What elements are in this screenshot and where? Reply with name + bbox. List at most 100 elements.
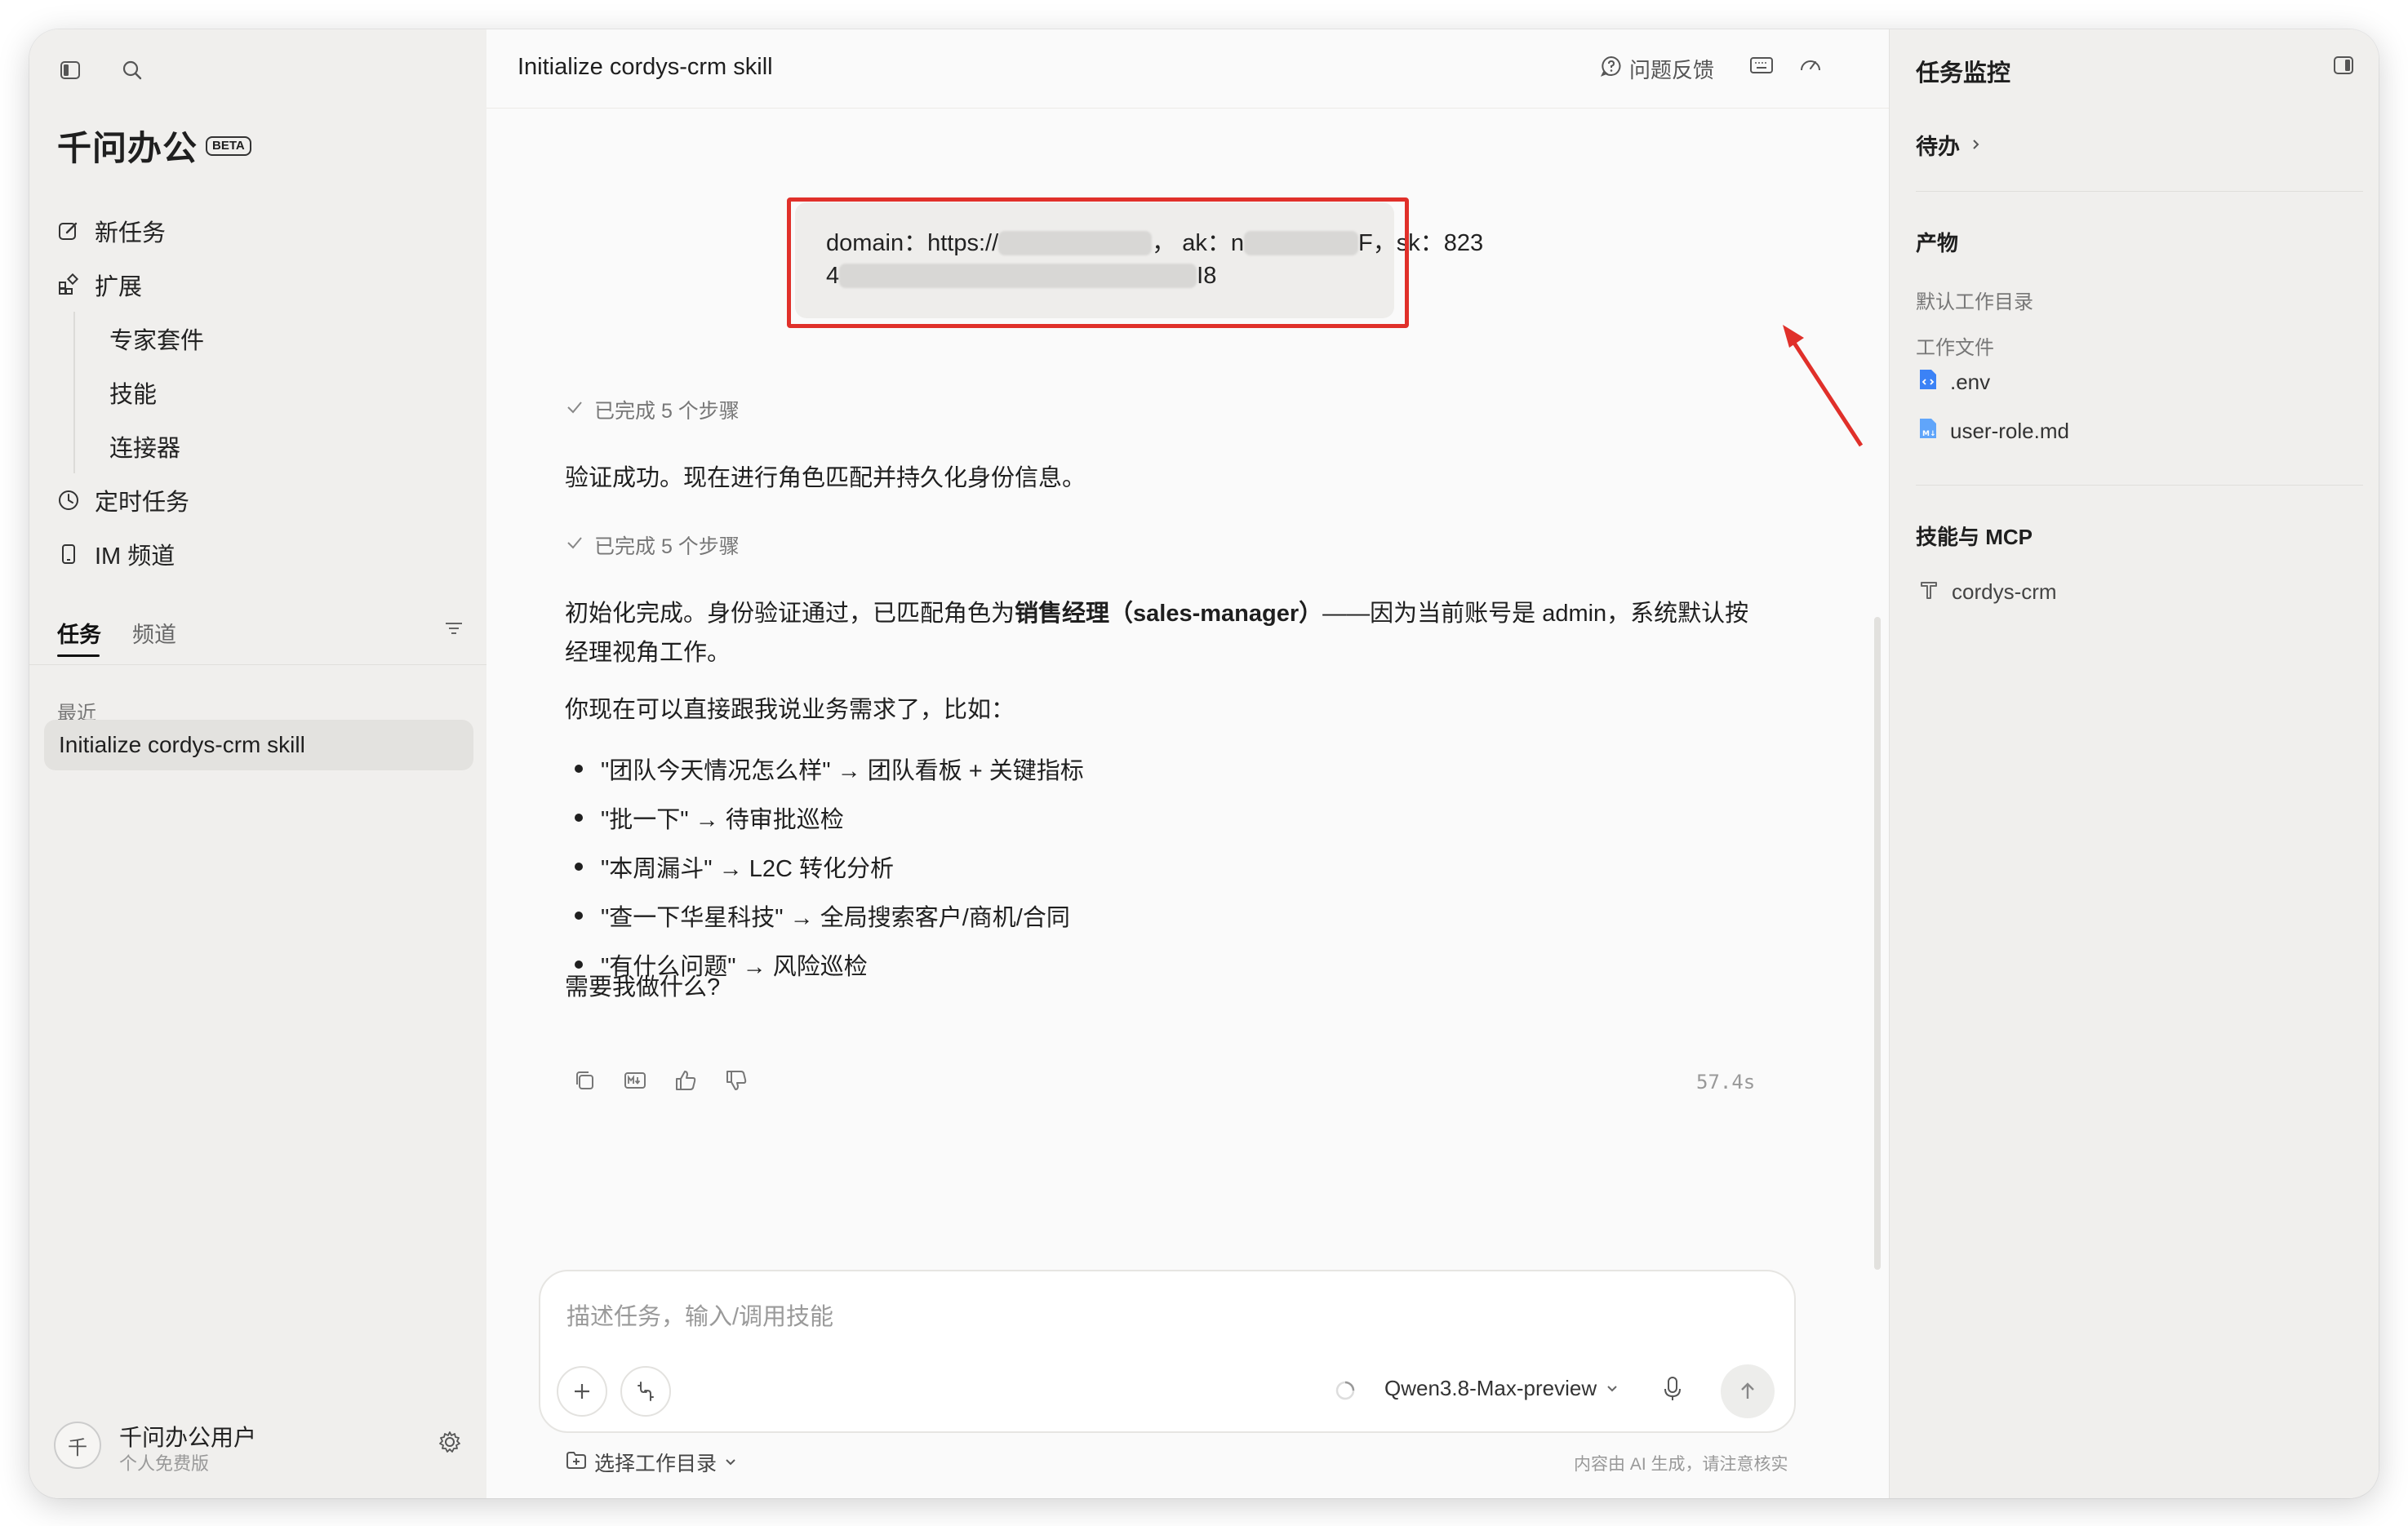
filter-icon[interactable] <box>442 617 465 644</box>
skill-item-cordys-crm[interactable]: cordys-crm <box>1917 578 2057 606</box>
skill-tool-icon <box>1917 578 1940 606</box>
send-button[interactable] <box>1721 1364 1775 1418</box>
gear-icon[interactable] <box>438 1430 462 1458</box>
file-item-env[interactable]: .env <box>1917 367 1990 397</box>
init-text-a: 初始化完成。身份验证通过，已匹配角色为 <box>565 601 1015 627</box>
tab-channels[interactable]: 频道 <box>132 617 176 649</box>
panel-divider <box>1916 485 2363 486</box>
nav-scheduled-label: 定时任务 <box>95 490 190 516</box>
user-name: 千问办公用户 <box>119 1425 257 1450</box>
add-button[interactable] <box>557 1366 607 1417</box>
check-icon <box>565 533 584 558</box>
elapsed-time: 57.4s <box>1696 1071 1756 1093</box>
steps-1-label: 已完成 5 个步骤 <box>594 400 740 423</box>
intro-message: 你现在可以直接跟我说业务需求了，比如： <box>565 697 1015 723</box>
nav-new-task-label: 新任务 <box>95 220 167 246</box>
edit-icon <box>54 216 83 246</box>
microphone-icon[interactable] <box>1660 1373 1685 1409</box>
sidebar-toggle-icon[interactable] <box>54 54 87 87</box>
chevron-down-icon <box>1605 1376 1619 1401</box>
model-name: Qwen3.8-Max-preview <box>1384 1376 1597 1400</box>
brand: 千问办公 BETA <box>57 121 251 171</box>
app-window: 千问办公 BETA 新任务 扩展 专家套件 技能 连接器 定时任务 IM 频道 … <box>29 29 2379 1498</box>
brand-name: 千问办公 <box>57 129 198 167</box>
role-name: 销售经理（sales-manager） <box>1015 601 1323 627</box>
init-message: 初始化完成。身份验证通过，已匹配角色为销售经理（sales-manager）——… <box>565 594 1757 672</box>
list-item: "查一下华星科技" → 全局搜索客户/商机/合同 <box>575 891 1717 940</box>
nav-im-channel[interactable]: IM 频道 <box>54 527 462 581</box>
tab-tasks[interactable]: 任务 <box>57 617 101 649</box>
folder-plus-icon <box>565 1448 588 1477</box>
nav-new-task[interactable]: 新任务 <box>54 204 462 258</box>
clock-icon <box>54 486 83 515</box>
work-files-label: 工作文件 <box>1916 337 1994 359</box>
task-monitor-panel: 任务监控 待办 产物 默认工作目录 工作文件 .env M↓ user-role… <box>1889 29 2379 1498</box>
nav-scheduled-tasks[interactable]: 定时任务 <box>54 473 462 527</box>
sidebar-tabs: 任务 频道 <box>57 606 465 663</box>
highlight-annotation-box <box>787 197 1409 328</box>
chevron-down-icon <box>723 1451 738 1475</box>
nav-extensions-label: 扩展 <box>95 274 143 300</box>
example-list: "团队今天情况怎么样" → 团队看板 + 关键指标 "批一下" → 待审批巡检 … <box>575 744 1717 989</box>
nav-skills[interactable]: 技能 <box>90 366 462 419</box>
nav-skills-label: 技能 <box>109 382 158 408</box>
search-icon[interactable] <box>116 54 149 87</box>
ai-disclaimer: 内容由 AI 生成，请注意核实 <box>1574 1455 1788 1474</box>
file-item-user-role[interactable]: M↓ user-role.md <box>1917 416 2069 446</box>
nav-expert-suite[interactable]: 专家套件 <box>90 312 462 366</box>
feedback-label: 问题反馈 <box>1629 58 1715 82</box>
thumbs-down-icon[interactable] <box>720 1064 753 1097</box>
artifacts-heading: 产物 <box>1916 231 1959 255</box>
steps-complete-1[interactable]: 已完成 5 个步骤 <box>565 395 740 424</box>
thumbs-up-icon[interactable] <box>669 1064 702 1097</box>
file-name: user-role.md <box>1950 419 2069 443</box>
workdir-selector[interactable]: 选择工作目录 <box>565 1448 738 1477</box>
markdown-file-icon: M↓ <box>1917 416 1939 446</box>
keyboard-icon[interactable] <box>1748 52 1775 82</box>
workdir-label: 选择工作目录 <box>594 1453 718 1475</box>
user-profile: 千 千问办公用户 个人免费版 <box>54 1417 462 1474</box>
markdown-icon[interactable] <box>619 1064 651 1097</box>
arrow-up-icon <box>1741 1382 1754 1399</box>
todo-section[interactable]: 待办 <box>1916 129 1983 161</box>
recent-task-item[interactable]: Initialize cordys-crm skill <box>44 720 473 770</box>
steps-complete-2[interactable]: 已完成 5 个步骤 <box>565 530 740 560</box>
speedometer-icon[interactable] <box>1797 52 1824 82</box>
list-item: "本周漏斗" → L2C 转化分析 <box>575 842 1717 891</box>
copy-icon[interactable] <box>568 1064 601 1097</box>
nav-extensions-submenu: 专家套件 技能 连接器 <box>73 312 462 473</box>
sidebar-nav: 新任务 扩展 专家套件 技能 连接器 定时任务 IM 频道 <box>54 204 462 581</box>
annotation-arrow <box>1783 325 1864 447</box>
skill-button[interactable] <box>620 1366 671 1417</box>
avatar[interactable]: 千 <box>54 1422 101 1469</box>
skills-mcp-heading: 技能与 MCP <box>1916 525 2033 549</box>
feedback-button[interactable]: 问题反馈 <box>1600 54 1714 84</box>
user-plan: 个人免费版 <box>119 1453 210 1474</box>
panel-divider <box>1916 191 2363 192</box>
chat-input[interactable]: 描述任务，输入/调用技能 Qwen3.8-Max-preview <box>539 1270 1796 1433</box>
beta-badge: BETA <box>206 135 251 156</box>
extensions-icon <box>54 270 83 299</box>
file-name: .env <box>1950 370 1991 394</box>
nav-extensions[interactable]: 扩展 <box>54 258 462 312</box>
sidebar-divider <box>29 664 486 665</box>
nav-im-label: IM 频道 <box>95 543 175 570</box>
panel-toggle-icon[interactable] <box>2332 54 2355 81</box>
code-file-icon <box>1917 367 1939 397</box>
sidebar: 千问办公 BETA 新任务 扩展 专家套件 技能 连接器 定时任务 IM 频道 … <box>29 29 487 1498</box>
nav-connectors-label: 连接器 <box>109 436 181 462</box>
model-selector[interactable]: Qwen3.8-Max-preview <box>1384 1376 1619 1401</box>
page-title: Initialize cordys-crm skill <box>518 54 773 80</box>
scrollbar[interactable] <box>1874 617 1881 1270</box>
question-circle-icon <box>1600 55 1623 83</box>
default-dir-label[interactable]: 默认工作目录 <box>1916 286 2033 314</box>
verify-message: 验证成功。现在进行角色匹配并持久化身份信息。 <box>565 465 1086 491</box>
list-item: "团队今天情况怎么样" → 团队看板 + 关键指标 <box>575 744 1717 793</box>
tab-active-indicator <box>57 654 100 657</box>
main-topbar: Initialize cordys-crm skill 问题反馈 <box>486 29 1889 109</box>
nav-connectors[interactable]: 连接器 <box>90 419 462 473</box>
message-actions <box>568 1064 753 1097</box>
check-icon <box>565 397 584 423</box>
phone-icon <box>54 539 83 569</box>
skill-name: cordys-crm <box>1952 579 2057 604</box>
